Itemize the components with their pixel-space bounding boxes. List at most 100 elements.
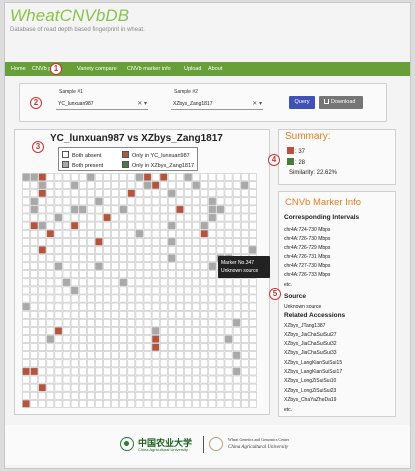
marker-cell[interactable]: [249, 246, 257, 254]
marker-cell[interactable]: [224, 189, 233, 198]
marker-cell[interactable]: [103, 302, 111, 311]
marker-cell[interactable]: [168, 270, 176, 279]
marker-cell[interactable]: [95, 359, 103, 368]
marker-cell[interactable]: [78, 221, 87, 230]
marker-cell[interactable]: [240, 197, 249, 206]
marker-cell[interactable]: [200, 343, 209, 351]
marker-cell[interactable]: [87, 310, 95, 319]
marker-cell[interactable]: [95, 310, 103, 319]
marker-cell[interactable]: [30, 189, 38, 198]
marker-cell[interactable]: [38, 400, 47, 408]
marker-cell[interactable]: [151, 327, 160, 335]
marker-cell[interactable]: [119, 375, 128, 384]
marker-cell[interactable]: [119, 310, 128, 319]
marker-cell[interactable]: [216, 375, 225, 384]
marker-cell[interactable]: [62, 319, 71, 327]
marker-cell[interactable]: [95, 197, 103, 206]
marker-cell[interactable]: [249, 310, 257, 319]
marker-cell[interactable]: [30, 205, 38, 214]
marker-cell[interactable]: [30, 229, 38, 238]
marker-cell[interactable]: [143, 302, 152, 311]
marker-cell[interactable]: [30, 310, 38, 319]
marker-cell[interactable]: [151, 351, 160, 360]
marker-cell[interactable]: [168, 229, 176, 238]
marker-cell[interactable]: [95, 375, 103, 384]
marker-cell[interactable]: [135, 302, 144, 311]
marker-cell[interactable]: [184, 229, 192, 238]
marker-cell[interactable]: [240, 205, 249, 214]
marker-cell[interactable]: [192, 391, 200, 400]
marker-cell[interactable]: [22, 335, 30, 343]
marker-cell[interactable]: [232, 197, 241, 206]
marker-cell[interactable]: [184, 391, 192, 400]
marker-cell[interactable]: [176, 246, 184, 254]
marker-cell[interactable]: [95, 173, 103, 181]
marker-cell[interactable]: [232, 335, 241, 343]
marker-cell[interactable]: [192, 375, 200, 384]
marker-cell[interactable]: [62, 327, 71, 335]
marker-cell[interactable]: [78, 229, 87, 238]
marker-cell[interactable]: [143, 181, 152, 189]
marker-cell[interactable]: [240, 221, 249, 230]
marker-cell[interactable]: [224, 278, 233, 287]
marker-cell[interactable]: [192, 294, 200, 303]
marker-cell[interactable]: [54, 189, 63, 198]
marker-cell[interactable]: [240, 327, 249, 335]
marker-cell[interactable]: [200, 254, 209, 262]
marker-cell[interactable]: [224, 310, 233, 319]
marker-cell[interactable]: [143, 238, 152, 246]
marker-cell[interactable]: [95, 302, 103, 311]
marker-cell[interactable]: [38, 343, 47, 351]
marker-cell[interactable]: [224, 327, 233, 335]
marker-cell[interactable]: [216, 343, 225, 351]
marker-cell[interactable]: [184, 319, 192, 327]
marker-cell[interactable]: [249, 278, 257, 287]
marker-cell[interactable]: [119, 327, 128, 335]
marker-cell[interactable]: [240, 286, 249, 295]
marker-cell[interactable]: [46, 367, 55, 376]
marker-cell[interactable]: [30, 278, 38, 287]
marker-cell[interactable]: [249, 294, 257, 303]
marker-cell[interactable]: [208, 383, 217, 392]
marker-cell[interactable]: [151, 375, 160, 384]
marker-cell[interactable]: [38, 197, 47, 206]
nav-about[interactable]: About: [208, 62, 222, 76]
marker-cell[interactable]: [143, 294, 152, 303]
marker-cell[interactable]: [22, 367, 30, 376]
marker-cell[interactable]: [224, 302, 233, 311]
marker-cell[interactable]: [208, 375, 217, 384]
marker-cell[interactable]: [135, 367, 144, 376]
marker-cell[interactable]: [87, 359, 95, 368]
marker-cell[interactable]: [159, 286, 168, 295]
marker-cell[interactable]: [78, 383, 87, 392]
marker-cell[interactable]: [192, 213, 200, 222]
marker-cell[interactable]: [240, 400, 249, 408]
marker-cell[interactable]: [87, 351, 95, 360]
marker-cell[interactable]: [95, 351, 103, 360]
marker-cell[interactable]: [111, 375, 119, 384]
marker-cell[interactable]: [151, 254, 160, 262]
marker-cell[interactable]: [119, 254, 128, 262]
marker-cell[interactable]: [127, 229, 136, 238]
marker-cell[interactable]: [46, 391, 55, 400]
marker-cell[interactable]: [240, 351, 249, 360]
marker-cell[interactable]: [216, 197, 225, 206]
marker-cell[interactable]: [46, 278, 55, 287]
marker-cell[interactable]: [135, 246, 144, 254]
marker-cell[interactable]: [200, 262, 209, 270]
marker-cell[interactable]: [54, 319, 63, 327]
marker-cell[interactable]: [62, 335, 71, 343]
marker-cell[interactable]: [184, 343, 192, 351]
marker-cell[interactable]: [111, 270, 119, 279]
marker-cell[interactable]: [111, 278, 119, 287]
marker-cell[interactable]: [208, 213, 217, 222]
marker-cell[interactable]: [208, 246, 217, 254]
marker-cell[interactable]: [135, 335, 144, 343]
marker-cell[interactable]: [176, 262, 184, 270]
marker-cell[interactable]: [95, 229, 103, 238]
marker-cell[interactable]: [151, 238, 160, 246]
marker-cell[interactable]: [127, 189, 136, 198]
marker-cell[interactable]: [200, 197, 209, 206]
marker-cell[interactable]: [200, 181, 209, 189]
sample1-select[interactable]: YC_lunxuan987 ✕ ▾: [56, 99, 148, 110]
